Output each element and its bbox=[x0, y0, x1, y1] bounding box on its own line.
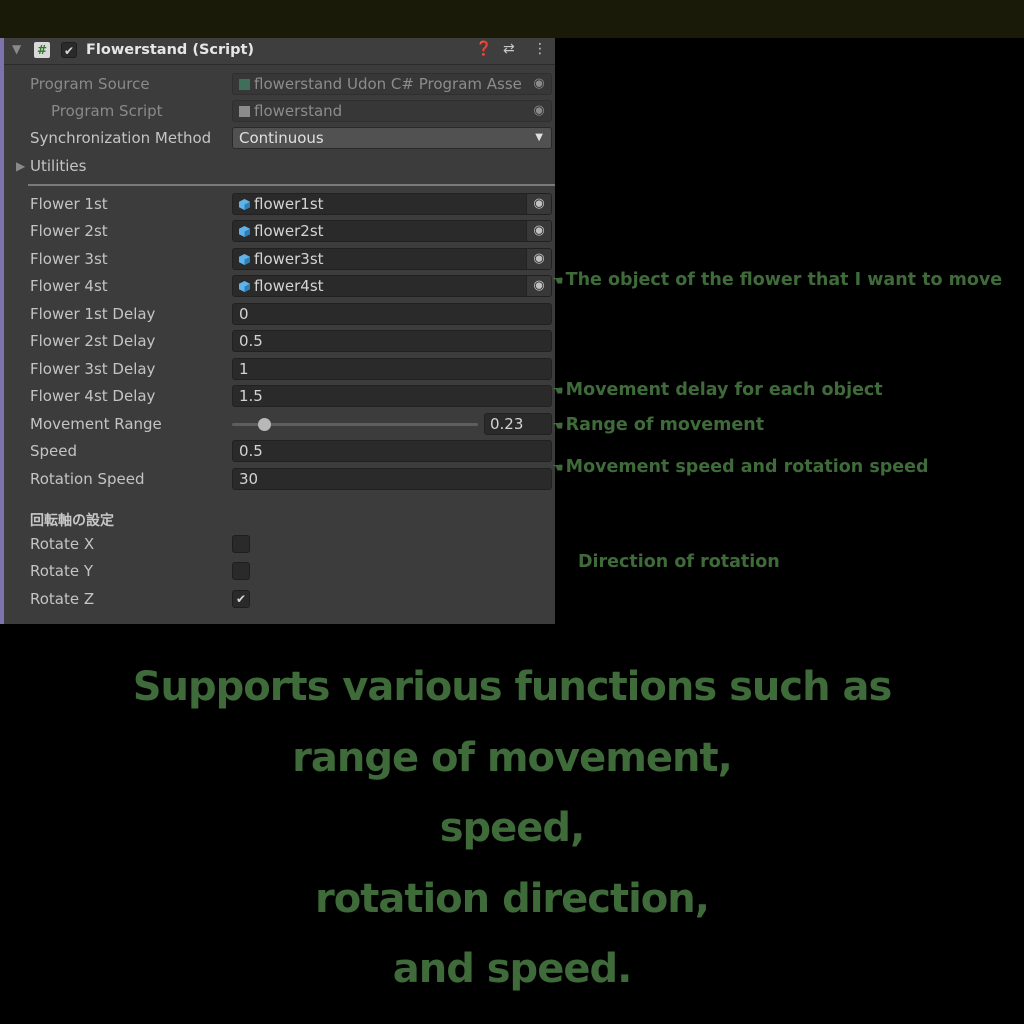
top-bar bbox=[0, 0, 1024, 38]
caption-line-5: and speed. bbox=[392, 946, 633, 992]
movement-range-slider-handle[interactable] bbox=[257, 418, 271, 431]
object-picker-icon[interactable]: ◉ bbox=[526, 221, 551, 241]
flower-3st-delay-label: Flower 3st Delay bbox=[30, 360, 156, 378]
program-script-value: flowerstand bbox=[254, 102, 343, 120]
annotation-range-text: Range of movement bbox=[565, 415, 765, 435]
rotate-z-checkbox[interactable]: ✔ bbox=[232, 590, 250, 608]
flower-1st-field[interactable]: flower1st ◉ bbox=[232, 193, 552, 215]
rotate-y-label: Rotate Y bbox=[30, 562, 94, 580]
separator bbox=[28, 184, 555, 186]
movement-range-label: Movement Range bbox=[30, 415, 162, 433]
gameobject-icon bbox=[239, 226, 250, 237]
sync-method-label: Synchronization Method bbox=[30, 129, 212, 147]
component-enabled-checkbox[interactable]: ✔ bbox=[61, 42, 77, 58]
flower-1st-value: flower1st bbox=[254, 195, 324, 213]
flower-3st-delay-input[interactable]: 1 bbox=[232, 358, 552, 380]
program-asset-icon bbox=[239, 79, 250, 90]
annotation-flower-object: ☚ The object of the flower that I want to… bbox=[552, 270, 1002, 290]
object-picker-icon[interactable]: ◉ bbox=[526, 194, 551, 214]
flower-3st-label: Flower 3st bbox=[30, 250, 108, 268]
speed-input[interactable]: 0.5 bbox=[232, 440, 552, 462]
presets-icon[interactable]: ⇄ bbox=[503, 41, 515, 57]
annotation-speed: ☚ Movement speed and rotation speed bbox=[552, 457, 929, 477]
gameobject-icon bbox=[239, 199, 250, 210]
utilities-label[interactable]: Utilities bbox=[30, 157, 86, 175]
script-file-icon bbox=[239, 106, 250, 117]
help-icon[interactable]: ❓ bbox=[475, 41, 492, 57]
flower-2st-field[interactable]: flower2st ◉ bbox=[232, 220, 552, 242]
gameobject-icon bbox=[239, 281, 250, 292]
object-picker-icon[interactable]: ◉ bbox=[527, 101, 551, 121]
component-title: Flowerstand (Script) bbox=[86, 42, 255, 58]
pointing-hand-icon: ☚ bbox=[552, 419, 564, 434]
object-picker-icon[interactable]: ◉ bbox=[526, 249, 551, 269]
rotate-x-checkbox[interactable] bbox=[232, 535, 250, 553]
kebab-menu-icon[interactable]: ⋮ bbox=[533, 41, 547, 57]
annotation-range: ☚ Range of movement bbox=[552, 415, 764, 435]
annotation-delay: ☚ Movement delay for each object bbox=[552, 380, 883, 400]
rotate-y-checkbox[interactable] bbox=[232, 562, 250, 580]
object-picker-icon[interactable]: ◉ bbox=[527, 74, 551, 94]
flower-2st-value: flower2st bbox=[254, 222, 324, 240]
sync-method-dropdown[interactable]: Continuous ▼ bbox=[232, 127, 552, 149]
flower-2st-delay-label: Flower 2st Delay bbox=[30, 332, 156, 350]
caption-line-2: range of movement, bbox=[292, 735, 733, 781]
component-header[interactable]: ▼ # ✔ Flowerstand (Script) ❓ ⇄ ⋮ bbox=[4, 38, 555, 65]
annotation-flower-object-text: The object of the flower that I want to … bbox=[565, 270, 1003, 290]
caption-line-4: rotation direction, bbox=[315, 876, 710, 922]
program-script-field[interactable]: flowerstand ◉ bbox=[232, 100, 552, 122]
chevron-down-icon: ▼ bbox=[535, 132, 543, 143]
object-picker-icon[interactable]: ◉ bbox=[526, 276, 551, 296]
annotation-speed-text: Movement speed and rotation speed bbox=[565, 457, 929, 477]
flower-4st-delay-input[interactable]: 1.5 bbox=[232, 385, 552, 407]
pointing-hand-icon: ☚ bbox=[552, 384, 564, 399]
flower-3st-field[interactable]: flower3st ◉ bbox=[232, 248, 552, 270]
flower-4st-label: Flower 4st bbox=[30, 277, 108, 295]
rotation-axis-section-header: 回転軸の設定 bbox=[30, 513, 114, 529]
program-source-value: flowerstand Udon C# Program Asse bbox=[254, 75, 522, 93]
pointing-hand-icon: ☚ bbox=[552, 274, 564, 289]
annotation-direction: Direction of rotation bbox=[578, 552, 780, 572]
flower-3st-value: flower3st bbox=[254, 250, 324, 268]
flower-1st-label: Flower 1st bbox=[30, 195, 108, 213]
gameobject-icon bbox=[239, 254, 250, 265]
sync-method-value: Continuous bbox=[239, 129, 324, 147]
caption-line-3: speed, bbox=[439, 805, 586, 851]
caption-line-1: Supports various functions such as bbox=[132, 664, 893, 710]
flower-4st-field[interactable]: flower4st ◉ bbox=[232, 275, 552, 297]
flower-4st-value: flower4st bbox=[254, 277, 324, 295]
movement-range-input[interactable]: 0.23 bbox=[484, 413, 552, 435]
flower-2st-delay-input[interactable]: 0.5 bbox=[232, 330, 552, 352]
script-icon: # bbox=[34, 42, 50, 58]
foldout-arrow-icon[interactable]: ▼ bbox=[12, 42, 21, 56]
program-source-label: Program Source bbox=[30, 75, 150, 93]
rotate-x-label: Rotate X bbox=[30, 535, 95, 553]
rotation-speed-input[interactable]: 30 bbox=[232, 468, 552, 490]
flower-1st-delay-label: Flower 1st Delay bbox=[30, 305, 156, 323]
rotate-z-label: Rotate Z bbox=[30, 590, 95, 608]
flower-1st-delay-input[interactable]: 0 bbox=[232, 303, 552, 325]
program-script-label: Program Script bbox=[51, 102, 163, 120]
annotation-delay-text: Movement delay for each object bbox=[565, 380, 883, 400]
rotation-speed-label: Rotation Speed bbox=[30, 470, 145, 488]
speed-label: Speed bbox=[30, 442, 78, 460]
flower-2st-label: Flower 2st bbox=[30, 222, 108, 240]
inspector-panel: ▼ # ✔ Flowerstand (Script) ❓ ⇄ ⋮ Program… bbox=[0, 38, 555, 624]
program-source-field[interactable]: flowerstand Udon C# Program Asse ◉ bbox=[232, 73, 552, 95]
utilities-foldout-icon[interactable]: ▶ bbox=[16, 159, 25, 173]
pointing-hand-icon: ☚ bbox=[552, 461, 564, 476]
flower-4st-delay-label: Flower 4st Delay bbox=[30, 387, 156, 405]
